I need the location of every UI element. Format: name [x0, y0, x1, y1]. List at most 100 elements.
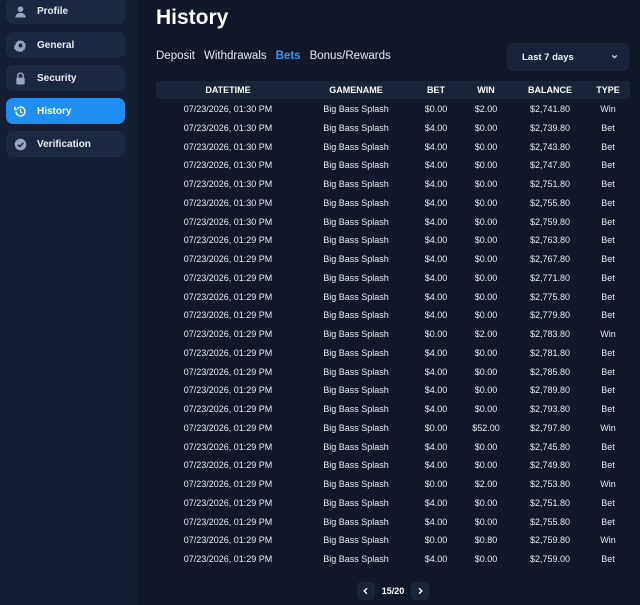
cell-gamename: Big Bass Splash: [323, 291, 389, 302]
cell-type: Bet: [601, 216, 615, 227]
cell-win: $0.00: [474, 179, 498, 189]
sidebar-item-general[interactable]: General: [6, 32, 125, 58]
cell-win: $0.00: [474, 291, 498, 302]
cell-win: $0.00: [474, 235, 498, 246]
cell-gamename: Big Bass Splash: [323, 254, 389, 264]
cell-balance: $2,789.80: [529, 385, 571, 396]
table-row: 07/23/2026, 01:30 PM Big Bass Splash $4.00…: [156, 213, 630, 232]
cell-datetime: 07/23/2026, 01:30 PM: [183, 197, 273, 208]
date-range-select[interactable]: Last 7 days: [507, 43, 629, 71]
cell-datetime: 07/23/2026, 01:30 PM: [183, 179, 273, 189]
table-row: 07/23/2026, 01:29 PM Big Bass Splash $0.00…: [156, 325, 630, 344]
cell-type: Win: [600, 479, 616, 489]
check-badge-icon: [14, 138, 27, 151]
cell-win: $0.00: [474, 310, 498, 321]
cell-bet: $0.00: [424, 535, 448, 546]
cell-balance: $2,759.80: [529, 216, 571, 227]
sidebar-item-verification[interactable]: Verification: [6, 131, 125, 157]
cell-win: $0.00: [474, 122, 498, 133]
cell-gamename: Big Bass Splash: [323, 385, 389, 396]
cell-bet: $0.00: [424, 479, 448, 489]
cell-balance: $2,743.80: [529, 141, 571, 152]
table-row: 07/23/2026, 01:30 PM Big Bass Splash $4.00…: [156, 175, 630, 194]
cell-balance: $2,785.80: [529, 366, 571, 377]
sidebar: Profile General Security History Verific…: [0, 0, 137, 605]
cell-type: Bet: [601, 516, 615, 527]
pagination: 15/20: [357, 581, 429, 601]
sidebar-item-profile[interactable]: Profile: [6, 0, 125, 24]
table-row: 07/23/2026, 01:29 PM Big Bass Splash $4.00…: [156, 550, 630, 569]
lock-icon: [14, 71, 27, 85]
cell-balance: $2,759.00: [529, 554, 571, 564]
cell-gamename: Big Bass Splash: [323, 310, 389, 321]
cell-win: $0.00: [474, 272, 498, 283]
cell-datetime: 07/23/2026, 01:29 PM: [183, 366, 273, 377]
table-row: 07/23/2026, 01:30 PM Big Bass Splash $4.00…: [156, 156, 630, 175]
cell-balance: $2,775.80: [529, 291, 571, 302]
cell-gamename: Big Bass Splash: [323, 460, 389, 471]
gear-icon: [14, 39, 27, 52]
tab-bets[interactable]: Bets: [276, 50, 301, 62]
cell-win: $0.80: [474, 535, 498, 546]
cell-type: Bet: [601, 179, 615, 189]
history-tabs: Deposit Withdrawals Bets Bonus/Rewards: [156, 50, 400, 62]
column-header-type: TYPE: [596, 85, 620, 95]
cell-type: Bet: [601, 460, 615, 471]
tab-bonus-rewards[interactable]: Bonus/Rewards: [310, 50, 391, 62]
cell-gamename: Big Bass Splash: [323, 535, 389, 546]
cell-datetime: 07/23/2026, 01:29 PM: [183, 497, 273, 508]
cell-gamename: Big Bass Splash: [323, 366, 389, 377]
cell-gamename: Big Bass Splash: [323, 160, 389, 171]
cell-bet: $4.00: [424, 554, 448, 564]
cell-bet: $4.00: [424, 291, 448, 302]
cell-bet: $4.00: [424, 460, 448, 471]
table-row: 07/23/2026, 01:29 PM Big Bass Splash $4.00…: [156, 306, 630, 325]
cell-bet: $4.00: [424, 347, 448, 358]
chevron-left-icon: [363, 587, 368, 595]
cell-datetime: 07/23/2026, 01:29 PM: [183, 404, 273, 414]
sidebar-item-security[interactable]: Security: [6, 65, 125, 91]
cell-balance: $2,759.80: [529, 535, 571, 546]
sidebar-item-label: History: [37, 105, 72, 117]
page-title: History: [156, 6, 229, 29]
next-page-button[interactable]: [411, 582, 429, 600]
cell-gamename: Big Bass Splash: [323, 179, 389, 189]
cell-type: Bet: [601, 235, 615, 246]
table-row: 07/23/2026, 01:29 PM Big Bass Splash $4.00…: [156, 400, 630, 419]
cell-win: $52.00: [472, 422, 500, 433]
cell-gamename: Big Bass Splash: [323, 422, 389, 433]
chevron-right-icon: [418, 587, 423, 595]
cell-bet: $0.00: [424, 329, 448, 339]
tab-deposit[interactable]: Deposit: [156, 50, 195, 62]
column-header-win: WIN: [477, 85, 495, 95]
bets-table-body: 07/23/2026, 01:30 PM Big Bass Splash $0.00…: [156, 100, 630, 569]
cell-win: $0.00: [474, 160, 498, 171]
cell-balance: $2,747.80: [529, 160, 571, 171]
cell-datetime: 07/23/2026, 01:30 PM: [183, 104, 273, 114]
cell-win: $0.00: [474, 347, 498, 358]
cell-type: Bet: [601, 347, 615, 358]
table-row: 07/23/2026, 01:29 PM Big Bass Splash $4.00…: [156, 363, 630, 382]
sidebar-item-label: General: [37, 39, 75, 51]
cell-type: Win: [600, 329, 616, 339]
cell-bet: $4.00: [424, 197, 448, 208]
cell-gamename: Big Bass Splash: [323, 104, 389, 114]
tab-withdrawals[interactable]: Withdrawals: [204, 50, 267, 62]
cell-bet: $0.00: [424, 422, 448, 433]
cell-gamename: Big Bass Splash: [323, 441, 389, 452]
cell-datetime: 07/23/2026, 01:29 PM: [183, 516, 273, 527]
table-header: DATETIME GAMENAME BET WIN BALANCE TYPE: [156, 81, 630, 99]
cell-datetime: 07/23/2026, 01:29 PM: [183, 291, 273, 302]
cell-bet: $0.00: [424, 104, 448, 114]
table-row: 07/23/2026, 01:29 PM Big Bass Splash $4.00…: [156, 250, 630, 269]
prev-page-button[interactable]: [357, 582, 375, 600]
table-row: 07/23/2026, 01:30 PM Big Bass Splash $4.00…: [156, 138, 630, 157]
cell-bet: $4.00: [424, 404, 448, 414]
table-row: 07/23/2026, 01:29 PM Big Bass Splash $4.00…: [156, 288, 630, 307]
cell-balance: $2,771.80: [529, 272, 571, 283]
cell-datetime: 07/23/2026, 01:30 PM: [183, 122, 273, 133]
sidebar-item-history[interactable]: History: [6, 98, 125, 124]
cell-gamename: Big Bass Splash: [323, 216, 389, 227]
table-row: 07/23/2026, 01:30 PM Big Bass Splash $0.00…: [156, 100, 630, 119]
main-panel: History Deposit Withdrawals Bets Bonus/R…: [137, 0, 640, 605]
